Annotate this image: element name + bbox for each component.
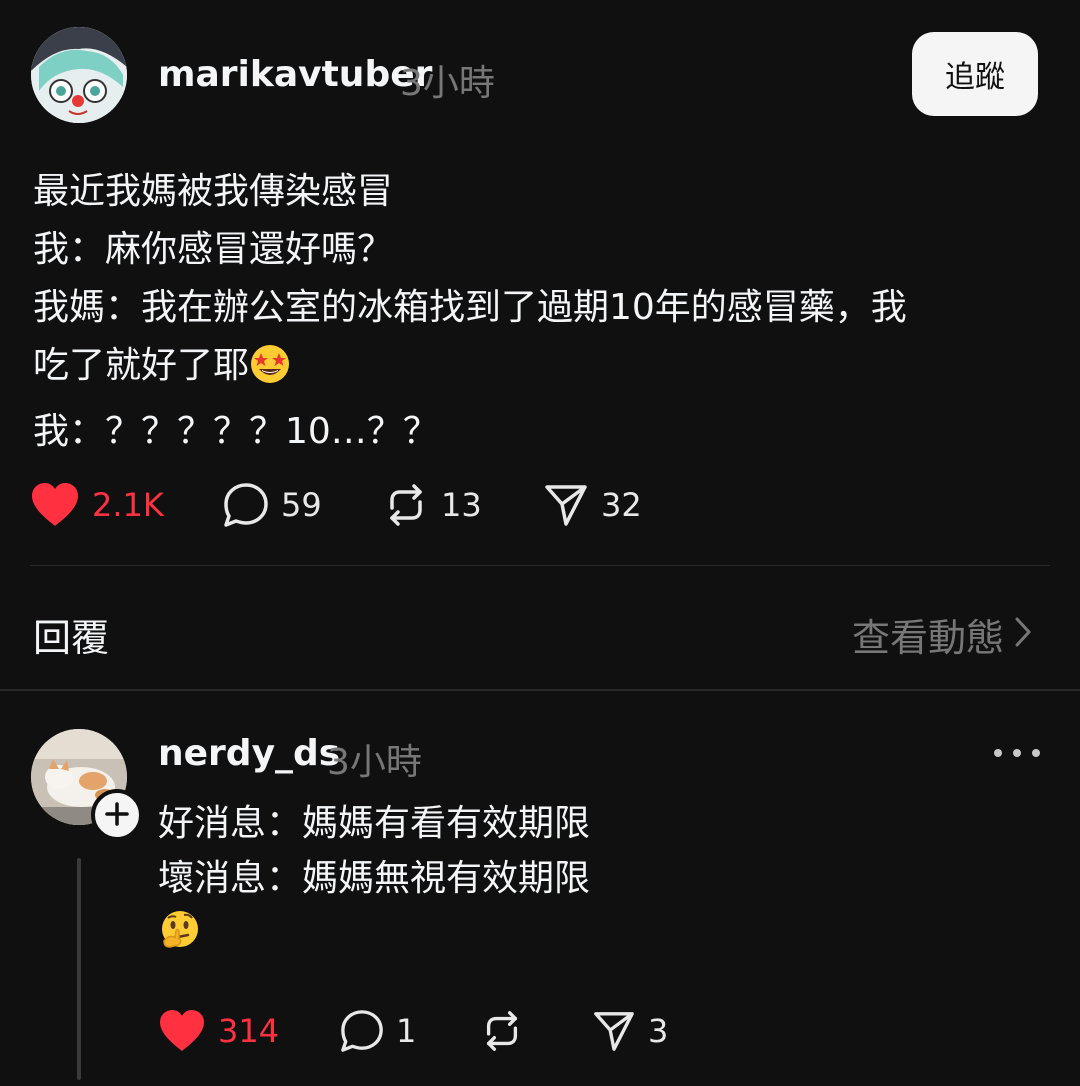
post-text: 最近我媽被我傳染感冒 我：麻你感冒還好嗎？ 我媽：我在辦公室的冰箱找到了過期10… — [33, 163, 1033, 461]
reply-text: 好消息：媽媽有看有效期限 壞消息：媽媽無視有效期限 — [158, 796, 1038, 969]
chevron-right-icon — [1014, 613, 1032, 657]
reply-comment-button[interactable]: 1 — [340, 1006, 416, 1056]
heart-filled-icon — [158, 1009, 206, 1053]
post-line: 我：麻你感冒還好嗎？ — [33, 229, 394, 270]
divider — [0, 689, 1080, 691]
like-count: 2.1K — [92, 486, 164, 524]
reply-share-count: 3 — [648, 1012, 669, 1050]
follow-button[interactable]: 追蹤 — [912, 32, 1038, 116]
thread-page: marikavtuber 3小時 追蹤 最近我媽被我傳染感冒 我：麻你感冒還好嗎… — [0, 0, 1080, 1086]
like-button[interactable]: 2.1K — [30, 480, 164, 530]
reply-like-count: 314 — [218, 1012, 280, 1050]
view-activity-link[interactable]: 查看動態 — [852, 607, 1032, 662]
post-line: 最近我媽被我傳染感冒 — [33, 171, 394, 212]
post-line: 我媽：我在辦公室的冰箱找到了過期10年的感冒藥，我 — [33, 287, 907, 328]
reply-share-button[interactable]: 3 — [592, 1006, 668, 1056]
post-line-with-emoji: 吃了就好了耶 — [33, 337, 1033, 403]
comment-icon — [223, 482, 269, 528]
reply-like-button[interactable]: 314 — [158, 1006, 279, 1056]
thread-line — [77, 858, 81, 1080]
heart-filled-icon — [30, 482, 80, 528]
send-icon — [592, 1009, 636, 1053]
reply-line: 壞消息：媽媽無視有效期限 — [158, 858, 591, 899]
share-button[interactable]: 32 — [543, 480, 642, 530]
more-dot-icon — [1032, 749, 1040, 757]
thinking-face-emoji — [158, 909, 202, 969]
comment-icon — [340, 1009, 384, 1053]
plus-icon — [105, 798, 129, 832]
author-avatar[interactable] — [31, 27, 127, 123]
post-line: 我：？？？？？10…？？ — [33, 411, 439, 452]
reply-repost-button[interactable] — [480, 1006, 524, 1056]
follow-plus-button[interactable] — [91, 789, 143, 841]
reply-line: 好消息：媽媽有看有效期限 — [158, 803, 591, 844]
more-options-button[interactable] — [994, 740, 1040, 766]
divider — [30, 565, 1050, 566]
more-dot-icon — [994, 749, 1002, 757]
more-dot-icon — [1013, 749, 1021, 757]
comment-count: 59 — [281, 486, 322, 524]
reply-timestamp: 3小時 — [327, 742, 422, 783]
reply-author-username[interactable]: nerdy_ds — [158, 733, 340, 774]
reply-comment-count: 1 — [396, 1012, 417, 1050]
reply-emoji-line — [158, 906, 1038, 969]
star-struck-emoji — [249, 343, 291, 403]
author-username[interactable]: marikavtuber — [158, 54, 432, 95]
view-activity-label: 查看動態 — [851, 616, 1004, 660]
send-icon — [543, 482, 589, 528]
post-timestamp: 3小時 — [400, 63, 495, 104]
share-count: 32 — [601, 486, 642, 524]
comment-button[interactable]: 59 — [223, 480, 322, 530]
post-line-text: 吃了就好了耶 — [33, 345, 250, 386]
replies-heading: 回覆 — [33, 616, 110, 660]
repost-count: 13 — [441, 486, 482, 524]
repost-icon — [480, 1009, 524, 1053]
repost-icon — [383, 482, 429, 528]
repost-button[interactable]: 13 — [383, 480, 482, 530]
